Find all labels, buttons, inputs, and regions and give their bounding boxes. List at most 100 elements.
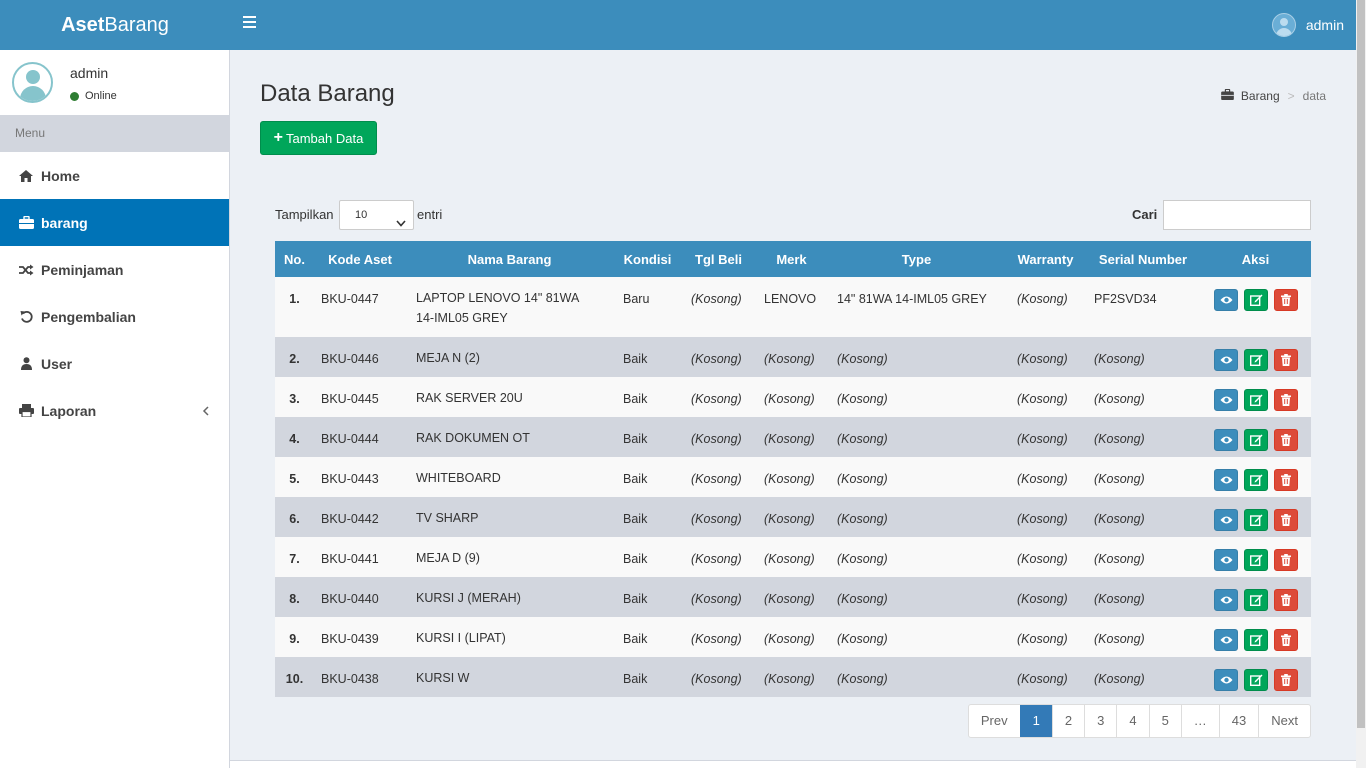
cell-type: (Kosong) xyxy=(837,512,888,526)
sidebar-item-peminjaman[interactable]: Peminjaman xyxy=(0,246,229,293)
cell-warranty: (Kosong) xyxy=(1017,512,1068,526)
view-button[interactable] xyxy=(1213,389,1238,411)
pagination-item[interactable]: 43 xyxy=(1218,705,1258,737)
page-title: Data Barang xyxy=(260,80,395,107)
cell-warranty: (Kosong) xyxy=(1017,672,1068,686)
edit-button[interactable] xyxy=(1243,669,1268,691)
cell-kode-aset: BKU-0440 xyxy=(321,592,379,606)
delete-button[interactable] xyxy=(1273,669,1298,691)
cell-warranty: (Kosong) xyxy=(1017,392,1068,406)
user-avatar-icon xyxy=(12,62,53,103)
column-header[interactable]: Tgl Beli xyxy=(682,241,755,277)
cell-kode-aset: BKU-0445 xyxy=(321,392,379,406)
view-button[interactable] xyxy=(1213,509,1238,531)
online-dot-icon xyxy=(70,91,79,101)
edit-button[interactable] xyxy=(1243,389,1268,411)
view-button[interactable] xyxy=(1213,469,1238,491)
app-logo[interactable]: Aset Barang xyxy=(0,0,230,50)
edit-button[interactable] xyxy=(1243,429,1268,451)
sidebar-item-barang[interactable]: barang xyxy=(0,199,229,246)
delete-button[interactable] xyxy=(1273,509,1298,531)
pagination-item[interactable]: Next xyxy=(1258,705,1310,737)
column-header[interactable]: Kode Aset xyxy=(314,241,406,277)
view-button[interactable] xyxy=(1213,429,1238,451)
view-button[interactable] xyxy=(1213,289,1238,311)
column-header[interactable]: Serial Number xyxy=(1086,241,1200,277)
pagination-item[interactable]: 2 xyxy=(1051,705,1084,737)
column-header: Aksi xyxy=(1200,241,1311,277)
cell-merk: (Kosong) xyxy=(764,352,815,366)
edit-button[interactable] xyxy=(1243,589,1268,611)
online-status-label: Online xyxy=(85,90,117,102)
cell-aksi xyxy=(1200,577,1311,617)
delete-button[interactable] xyxy=(1273,469,1298,491)
pagination-item[interactable]: 5 xyxy=(1148,705,1181,737)
cell-aksi xyxy=(1200,277,1311,337)
delete-button[interactable] xyxy=(1273,349,1298,371)
sidebar-toggle-icon[interactable] xyxy=(243,16,259,32)
cell-aksi xyxy=(1200,617,1311,657)
table-row: 6. BKU-0442 TV SHARP Baik (Kosong) (Kosong) (K… xyxy=(275,497,1311,537)
edit-button[interactable] xyxy=(1243,289,1268,311)
pagination-item[interactable]: 4 xyxy=(1116,705,1148,737)
view-button[interactable] xyxy=(1213,669,1238,691)
sidebar-item-label: Laporan xyxy=(41,402,97,419)
cell-type: 14" 81WA 14-IML05 GREY xyxy=(837,292,987,306)
pagination-item[interactable]: 1 xyxy=(1019,705,1052,737)
cell-nama-barang: MEJA D (9) xyxy=(416,551,480,565)
column-header[interactable]: Warranty xyxy=(1005,241,1086,277)
cell-tgl-beli: (Kosong) xyxy=(691,432,742,446)
delete-button[interactable] xyxy=(1273,629,1298,651)
sidebar-item-label: Home xyxy=(41,167,80,184)
sidebar-user-name: admin xyxy=(70,65,109,81)
view-button[interactable] xyxy=(1213,589,1238,611)
delete-button[interactable] xyxy=(1273,429,1298,451)
sidebar-item-user[interactable]: User xyxy=(0,340,229,387)
sidebar-item-pengembalian[interactable]: Pengembalian xyxy=(0,293,229,340)
cell-tgl-beli: (Kosong) xyxy=(691,672,742,686)
undo-icon xyxy=(18,309,34,325)
edit-button[interactable] xyxy=(1243,509,1268,531)
edit-button[interactable] xyxy=(1243,469,1268,491)
cell-nama-barang: TV SHARP xyxy=(416,511,479,525)
delete-button[interactable] xyxy=(1273,289,1298,311)
breadcrumb-parent[interactable]: Barang xyxy=(1241,89,1280,103)
edit-button[interactable] xyxy=(1243,549,1268,571)
scrollbar-thumb[interactable] xyxy=(1357,0,1365,728)
sidebar: admin Online Menu Home barang Peminjaman… xyxy=(0,50,230,768)
column-header[interactable]: No. xyxy=(275,241,314,277)
table-row: 4. BKU-0444 RAK DOKUMEN OT Baik (Kosong) (Kos… xyxy=(275,417,1311,457)
scrollbar[interactable] xyxy=(1356,0,1366,768)
delete-button[interactable] xyxy=(1273,389,1298,411)
cell-type: (Kosong) xyxy=(837,632,888,646)
column-header[interactable]: Merk xyxy=(755,241,828,277)
edit-button[interactable] xyxy=(1243,349,1268,371)
delete-button[interactable] xyxy=(1273,549,1298,571)
cell-kondisi: Baik xyxy=(623,632,648,646)
delete-button[interactable] xyxy=(1273,589,1298,611)
column-header[interactable]: Type xyxy=(828,241,1005,277)
edit-button[interactable] xyxy=(1243,629,1268,651)
entries-length-select[interactable]: 10 xyxy=(339,200,414,230)
sidebar-item-laporan[interactable]: Laporan xyxy=(0,387,229,434)
pagination-item[interactable]: … xyxy=(1180,705,1219,737)
cell-kode-aset: BKU-0444 xyxy=(321,432,379,446)
online-status: Online xyxy=(70,90,117,102)
column-header[interactable]: Kondisi xyxy=(613,241,682,277)
view-button[interactable] xyxy=(1213,629,1238,651)
pagination-item[interactable]: 3 xyxy=(1084,705,1116,737)
add-data-button[interactable]: + Tambah Data xyxy=(260,121,377,155)
cell-no: 9. xyxy=(289,632,300,646)
entries-length-value: 10 xyxy=(355,209,368,221)
user-menu[interactable]: admin xyxy=(1271,0,1344,50)
search-input[interactable] xyxy=(1163,200,1311,230)
cell-no: 3. xyxy=(289,392,300,406)
cell-kondisi: Baik xyxy=(623,592,648,606)
pagination-item[interactable]: Prev xyxy=(969,705,1020,737)
cell-merk: LENOVO xyxy=(764,292,817,306)
cell-merk: (Kosong) xyxy=(764,392,815,406)
sidebar-item-home[interactable]: Home xyxy=(0,152,229,199)
view-button[interactable] xyxy=(1213,349,1238,371)
column-header[interactable]: Nama Barang xyxy=(406,241,613,277)
view-button[interactable] xyxy=(1213,549,1238,571)
